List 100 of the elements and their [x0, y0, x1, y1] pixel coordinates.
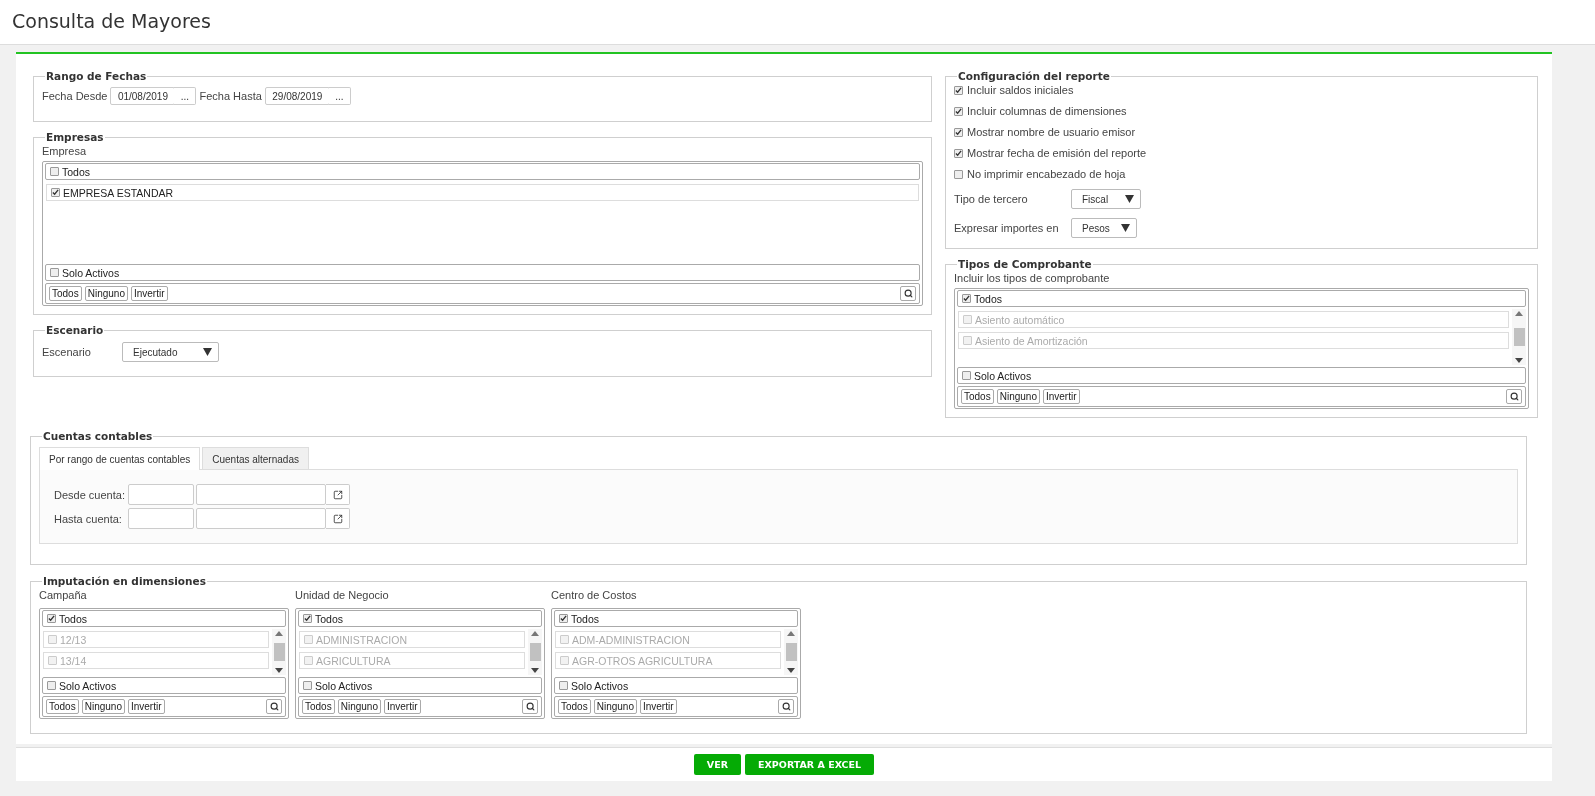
search-button[interactable]	[900, 286, 916, 301]
checkbox-label: Incluir columnas de dimensiones	[967, 105, 1127, 117]
page-title: Consulta de Mayores	[12, 10, 211, 32]
checkbox-label: AGR-OTROS AGRICULTURA	[572, 654, 713, 667]
scrollbar[interactable]	[1512, 309, 1526, 365]
search-button[interactable]	[266, 699, 282, 714]
checkbox[interactable]	[50, 268, 59, 277]
dropdown[interactable]: Pesos	[1071, 218, 1137, 238]
checkbox[interactable]	[954, 169, 963, 179]
list-item[interactable]: EMPRESA ESTANDAR	[46, 184, 919, 201]
dropdown[interactable]: Fiscal	[1071, 189, 1141, 209]
scrollbar[interactable]	[784, 629, 798, 675]
open-link-button[interactable]	[326, 508, 350, 529]
checkbox[interactable]	[962, 294, 971, 303]
list-row[interactable]: Todos	[554, 610, 798, 627]
list-row[interactable]: Solo Activos	[554, 677, 798, 694]
field-label: Fecha Desde	[42, 90, 108, 102]
checkbox-label: Todos	[571, 612, 600, 625]
account-code-field[interactable]	[128, 508, 194, 529]
scroll-up-icon[interactable]	[531, 631, 539, 636]
section-legend: Empresas	[45, 131, 105, 143]
checkbox[interactable]	[954, 127, 963, 137]
tab[interactable]: Por rango de cuentas contables	[39, 447, 201, 470]
section-legend: Configuración del reporte	[957, 70, 1111, 82]
scroll-up-icon[interactable]	[787, 631, 795, 636]
list-action-button[interactable]: Invertir	[127, 699, 165, 714]
account-name-field[interactable]	[196, 508, 326, 529]
search-button[interactable]	[778, 699, 794, 714]
search-button[interactable]	[1506, 389, 1522, 404]
checkbox[interactable]	[47, 681, 56, 690]
scroll-up-icon[interactable]	[1515, 311, 1523, 316]
checkbox[interactable]	[50, 167, 59, 176]
scrollbar[interactable]	[528, 629, 542, 675]
list-action-button[interactable]: Ninguno	[337, 699, 381, 714]
checkbox[interactable]	[954, 85, 963, 95]
checkbox[interactable]	[51, 188, 60, 197]
checkbox[interactable]	[954, 106, 963, 116]
list-row[interactable]: Todos	[957, 290, 1526, 307]
list-action-button[interactable]: Ninguno	[996, 389, 1040, 404]
checkbox-label: Solo Activos	[974, 369, 1032, 382]
external-link-icon	[332, 513, 343, 524]
checkbox[interactable]	[962, 371, 971, 380]
list-row[interactable]: Todos	[45, 163, 920, 180]
list-action-button[interactable]: Ninguno	[593, 699, 637, 714]
search-button[interactable]	[522, 699, 538, 714]
checkbox[interactable]	[559, 614, 568, 623]
list-row[interactable]: Solo Activos	[957, 367, 1526, 384]
checkbox-label: AGRICULTURA	[316, 654, 391, 667]
list-row[interactable]: Solo Activos	[298, 677, 542, 694]
date-field[interactable]: 29/08/2019	[264, 87, 330, 105]
list-action-button[interactable]: Invertir	[383, 699, 421, 714]
caret-icon	[1125, 195, 1134, 203]
list-action-button[interactable]: Todos	[49, 286, 82, 301]
list-row[interactable]: Todos	[298, 610, 542, 627]
scrollbar[interactable]	[272, 629, 286, 675]
checkbox[interactable]	[303, 681, 312, 690]
checkbox[interactable]	[303, 614, 312, 623]
date-picker-button[interactable]: ...	[174, 87, 197, 105]
account-code-field[interactable]	[128, 484, 194, 505]
search-icon	[781, 702, 791, 711]
list-action-button[interactable]: Todos	[46, 699, 79, 714]
scroll-down-icon[interactable]	[1515, 358, 1523, 363]
list-action-button[interactable]: Todos	[961, 389, 994, 404]
section-legend: Cuentas contables	[42, 430, 154, 442]
field-label: Desde cuenta:	[54, 488, 126, 501]
list-action-button[interactable]: Ninguno	[84, 286, 128, 301]
account-name-field[interactable]	[196, 484, 326, 505]
date-picker-button[interactable]: ...	[328, 87, 351, 105]
checkbox-label: 12/13	[60, 633, 87, 646]
open-link-button[interactable]	[326, 484, 350, 505]
checkbox-label: Todos	[315, 612, 344, 625]
field-label: Campaña	[39, 589, 88, 601]
field-label: Expresar importes en	[954, 222, 1060, 234]
list-action-button[interactable]: Invertir	[130, 286, 168, 301]
list-action-button[interactable]: Todos	[302, 699, 335, 714]
scroll-down-icon[interactable]	[787, 668, 795, 673]
list-row[interactable]: Todos	[42, 610, 286, 627]
list-action-button[interactable]: Ninguno	[81, 699, 125, 714]
search-icon	[269, 702, 279, 711]
list-action-button[interactable]: Todos	[558, 699, 591, 714]
search-icon	[1509, 392, 1519, 401]
scenario-dropdown[interactable]: Ejecutado	[122, 342, 219, 362]
scroll-up-icon[interactable]	[275, 631, 283, 636]
list-action-button[interactable]: Invertir	[639, 699, 677, 714]
checkbox-label: 13/14	[60, 654, 87, 667]
checkbox-label: ADMINISTRACION	[316, 633, 407, 646]
date-field[interactable]: 01/08/2019	[110, 87, 176, 105]
checkbox[interactable]	[559, 681, 568, 690]
checkbox-label: Solo Activos	[62, 266, 120, 279]
scroll-down-icon[interactable]	[275, 668, 283, 673]
checkbox[interactable]	[47, 614, 56, 623]
list-action-button[interactable]: Invertir	[1042, 389, 1080, 404]
checkbox[interactable]	[954, 148, 963, 158]
section-legend: Escenario	[45, 324, 105, 336]
field-label: Unidad de Negocio	[295, 589, 390, 601]
scroll-down-icon[interactable]	[531, 668, 539, 673]
search-icon	[525, 702, 535, 711]
tab[interactable]: Cuentas alternadas	[202, 447, 309, 469]
list-row[interactable]: Solo Activos	[45, 264, 920, 281]
list-row[interactable]: Solo Activos	[42, 677, 286, 694]
